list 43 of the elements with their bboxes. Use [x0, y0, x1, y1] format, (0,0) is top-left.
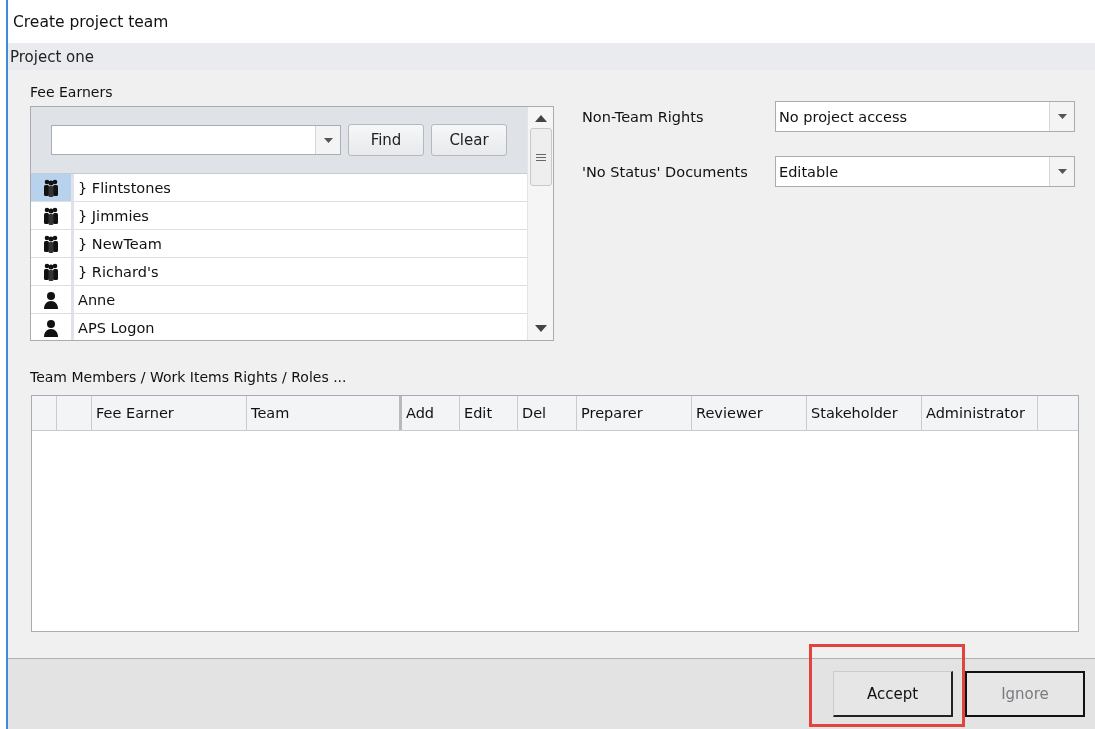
person-icon	[43, 290, 59, 309]
column-header[interactable]: Fee Earner	[92, 396, 247, 430]
column-header[interactable]: Reviewer	[692, 396, 807, 430]
setting-dropdown[interactable]: No project access	[775, 101, 1075, 132]
column-header[interactable]: Del	[518, 396, 577, 430]
setting-label: 'No Status' Documents	[582, 163, 749, 180]
list-item-name: APS Logon	[77, 318, 155, 338]
column-header[interactable]: Stakeholder	[807, 396, 922, 430]
scroll-down-icon[interactable]	[534, 325, 547, 332]
column-header[interactable]: Administrator	[922, 396, 1038, 430]
find-button[interactable]: Find	[348, 124, 424, 156]
people-icon	[43, 178, 59, 197]
dropdown-icon[interactable]	[1049, 102, 1074, 131]
scroll-up-icon[interactable]	[534, 115, 547, 122]
list-row[interactable]: } Jimmies	[31, 202, 527, 230]
setting-label: Non-Team Rights	[582, 108, 705, 125]
list-row[interactable]: Anne	[31, 286, 527, 314]
dropdown-icon[interactable]	[315, 126, 340, 154]
list-item-name: } Richard's	[77, 262, 159, 282]
list-item-name: } Flintstones	[77, 178, 171, 198]
column-header[interactable]: Edit	[460, 396, 518, 430]
people-icon	[43, 262, 59, 281]
accept-button[interactable]: Accept	[833, 671, 953, 717]
section-label: Fee Earners	[30, 84, 114, 100]
list-row[interactable]: } Richard's	[31, 258, 527, 286]
people-icon	[43, 206, 59, 225]
section-label: Team Members / Work Items Rights / Roles ...	[30, 369, 348, 385]
setting-dropdown[interactable]: Editable	[775, 156, 1075, 187]
people-icon	[43, 234, 59, 253]
column-header[interactable]: Preparer	[577, 396, 692, 430]
list-item-name: Anne	[77, 290, 116, 310]
column-header[interactable]: Add	[402, 396, 460, 430]
project-name: Project one	[10, 47, 94, 66]
scrollbar[interactable]	[527, 107, 553, 340]
column-header[interactable]: Team	[247, 396, 402, 430]
list-item-name: } NewTeam	[77, 234, 162, 254]
person-icon	[43, 318, 59, 337]
clear-button[interactable]: Clear	[431, 124, 507, 156]
list-row[interactable]: } NewTeam	[31, 230, 527, 258]
window-title: Create project team	[13, 12, 169, 31]
list-item-name: } Jimmies	[77, 206, 149, 226]
list-row[interactable]: } Flintstones	[31, 174, 527, 202]
dropdown-icon[interactable]	[1049, 157, 1074, 186]
